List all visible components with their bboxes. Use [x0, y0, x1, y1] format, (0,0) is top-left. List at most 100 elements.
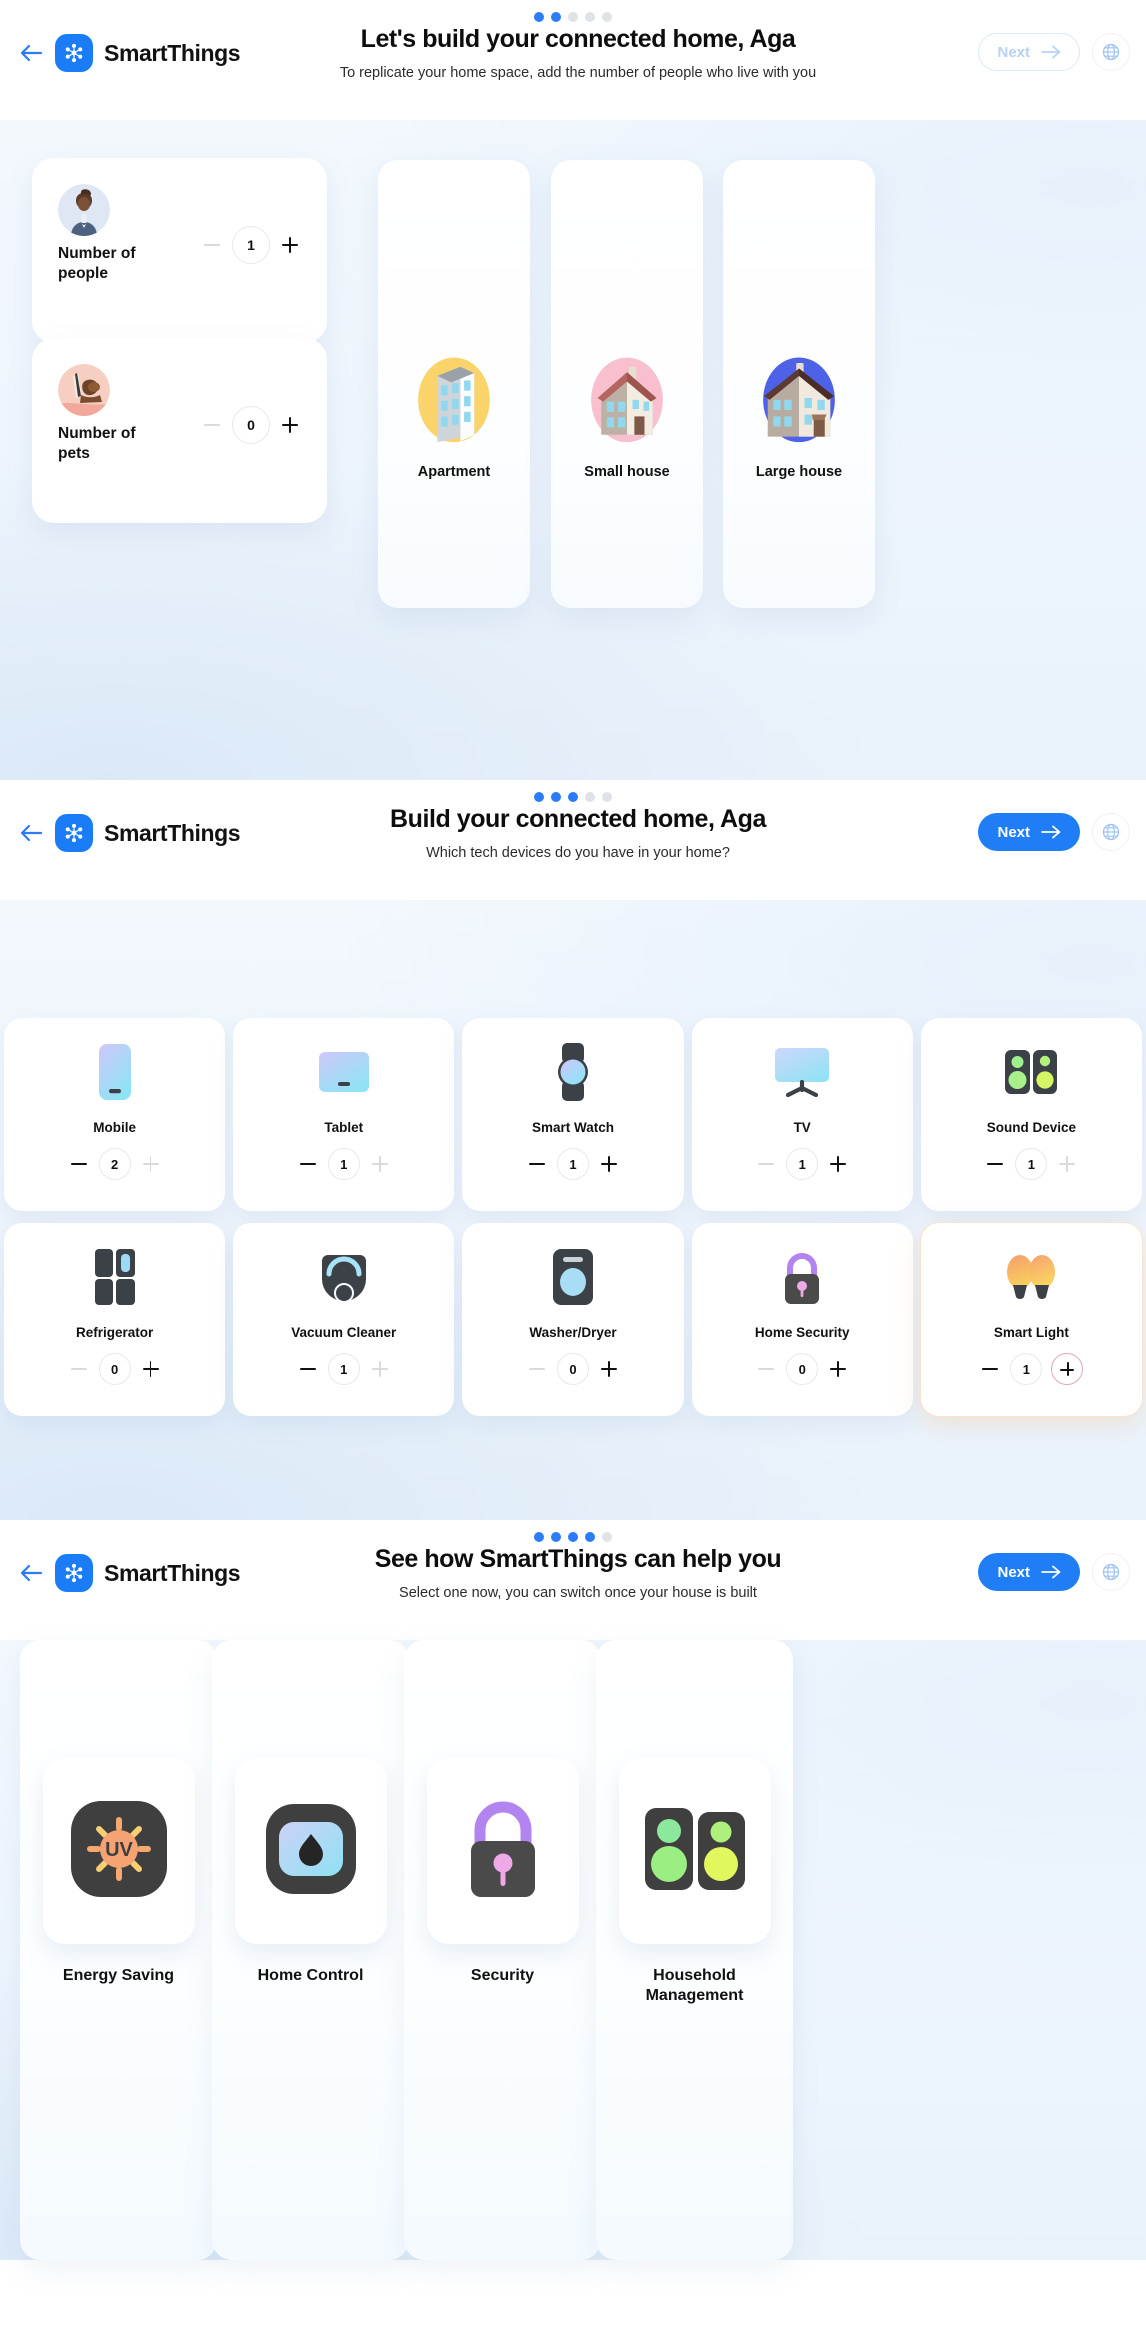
device-stepper: 1 — [984, 1148, 1078, 1180]
decrement-button[interactable] — [979, 1358, 1001, 1380]
header-text-devices: Build your connected home, Aga Which tec… — [215, 804, 941, 864]
device-card-smart-light[interactable]: Smart Light 1 — [920, 1223, 1142, 1416]
page-subtitle: Select one now, you can switch once your… — [399, 1585, 757, 1602]
increment-button[interactable] — [827, 1358, 849, 1380]
globe-icon — [1102, 43, 1120, 61]
benefit-label: Household Management — [645, 1967, 744, 2005]
decrement-button[interactable] — [201, 234, 223, 256]
progress-dot[interactable] — [534, 792, 544, 802]
progress-dot[interactable] — [551, 1532, 561, 1542]
device-card-sound-device[interactable]: Sound Device 1 — [920, 1018, 1142, 1211]
decrement-button[interactable] — [68, 1358, 90, 1380]
increment-button[interactable] — [369, 1153, 391, 1175]
counter-card-pets[interactable]: Number of pets 0 — [32, 338, 327, 523]
device-count: 1 — [786, 1148, 819, 1180]
decrement-button[interactable] — [984, 1153, 1006, 1175]
decrement-button[interactable] — [755, 1153, 777, 1175]
benefit-card-energy-saving[interactable]: UV Energy Saving — [20, 1640, 217, 2260]
pet-avatar-icon — [58, 364, 110, 416]
counter-card-people[interactable]: Number of people 1 — [32, 158, 327, 343]
device-card-smart-watch[interactable]: Smart Watch 1 — [462, 1018, 684, 1211]
progress-dot[interactable] — [585, 792, 595, 802]
device-card-tablet[interactable]: Tablet 1 — [233, 1018, 455, 1211]
benefits-stage: UV Energy Saving Home Control Security H… — [0, 1640, 1146, 2260]
progress-dot[interactable] — [551, 792, 561, 802]
padlock-icon — [455, 1797, 551, 1906]
speakers-icon — [643, 1804, 747, 1899]
header-text-household: Let's build your connected home, Aga To … — [215, 24, 941, 84]
device-stepper: 1 — [297, 1148, 391, 1180]
decrement-button[interactable] — [68, 1153, 90, 1175]
next-button[interactable]: Next — [978, 813, 1080, 851]
device-count: 0 — [786, 1353, 819, 1385]
benefit-card-security[interactable]: Security — [404, 1640, 601, 2260]
progress-dot[interactable] — [585, 12, 595, 22]
benefit-label: Home Control — [257, 1967, 364, 1984]
increment-button[interactable] — [140, 1153, 162, 1175]
uv-sun-icon: UV — [70, 1800, 168, 1903]
progress-dot[interactable] — [534, 1532, 544, 1542]
increment-button[interactable] — [279, 234, 301, 256]
home-type-card-small-house[interactable]: Small house — [551, 160, 703, 608]
device-card-refrigerator[interactable]: Refrigerator 0 — [4, 1223, 226, 1416]
smartthings-logo-icon — [55, 1554, 93, 1592]
padlock-icon — [776, 1245, 828, 1309]
device-card-tv[interactable]: TV 1 — [691, 1018, 913, 1211]
progress-dot[interactable] — [602, 12, 612, 22]
increment-button[interactable] — [827, 1153, 849, 1175]
progress-dot[interactable] — [534, 12, 544, 22]
device-label: Home Security — [754, 1325, 850, 1340]
device-label: Tablet — [324, 1120, 364, 1135]
progress-dot[interactable] — [568, 1532, 578, 1542]
back-arrow-icon[interactable] — [18, 40, 44, 66]
smart-watch-icon — [551, 1040, 595, 1104]
smart-bulbs-icon — [1002, 1245, 1060, 1309]
counter-label: Number of pets — [58, 425, 136, 462]
increment-button[interactable] — [140, 1358, 162, 1380]
decrement-button[interactable] — [297, 1153, 319, 1175]
decrement-button[interactable] — [755, 1358, 777, 1380]
arrow-right-icon — [1041, 45, 1061, 59]
section-benefits: SmartThings See how SmartThings can help… — [0, 1520, 1146, 2260]
home-type-card-large-house[interactable]: Large house — [723, 160, 875, 608]
next-button-label: Next — [997, 1563, 1030, 1581]
device-count: 0 — [98, 1353, 131, 1385]
decrement-button[interactable] — [526, 1153, 548, 1175]
progress-dot[interactable] — [568, 792, 578, 802]
decrement-button[interactable] — [201, 414, 223, 436]
increment-button[interactable] — [1051, 1353, 1084, 1385]
progress-dot[interactable] — [551, 12, 561, 22]
increment-button[interactable] — [369, 1358, 391, 1380]
back-arrow-icon[interactable] — [18, 1560, 44, 1586]
decrement-button[interactable] — [297, 1358, 319, 1380]
device-count: 1 — [1010, 1353, 1043, 1385]
next-button[interactable]: Next — [978, 1553, 1080, 1591]
benefit-tile — [234, 1758, 387, 1944]
device-card-washer-dryer[interactable]: Washer/Dryer 0 — [462, 1223, 684, 1416]
next-button[interactable]: Next — [978, 33, 1080, 71]
device-count: 2 — [98, 1148, 131, 1180]
device-card-vacuum-cleaner[interactable]: Vacuum Cleaner 1 — [233, 1223, 455, 1416]
globe-icon — [1102, 1563, 1120, 1581]
progress-dot[interactable] — [602, 792, 612, 802]
progress-dot[interactable] — [585, 1532, 595, 1542]
increment-button[interactable] — [598, 1358, 620, 1380]
progress-dot[interactable] — [568, 12, 578, 22]
benefit-card-home-control[interactable]: Home Control — [212, 1640, 409, 2260]
device-stepper: 1 — [297, 1353, 391, 1385]
language-globe-button[interactable] — [1092, 813, 1130, 851]
section-household: SmartThings Let's build your connected h… — [0, 0, 1146, 780]
decrement-button[interactable] — [526, 1358, 548, 1380]
increment-button[interactable] — [1056, 1153, 1078, 1175]
increment-button[interactable] — [279, 414, 301, 436]
device-card-home-security[interactable]: Home Security 0 — [691, 1223, 913, 1416]
home-type-card-apartment[interactable]: Apartment — [378, 160, 530, 608]
language-globe-button[interactable] — [1092, 1553, 1130, 1591]
back-arrow-icon[interactable] — [18, 820, 44, 846]
increment-button[interactable] — [598, 1153, 620, 1175]
header-actions-household: Next — [978, 33, 1130, 71]
language-globe-button[interactable] — [1092, 33, 1130, 71]
device-card-mobile[interactable]: Mobile 2 — [4, 1018, 226, 1211]
progress-dot[interactable] — [602, 1532, 612, 1542]
benefit-card-household-management[interactable]: Household Management — [596, 1640, 793, 2260]
